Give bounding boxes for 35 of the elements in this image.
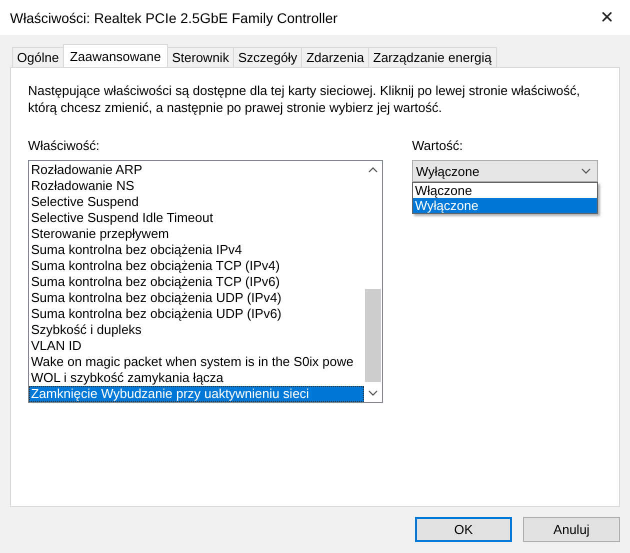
description-text: Następujące właściwości są dostępne dla tej karty sieciowej. Kliknij po lewej stronie właściwość, którą chcesz zmienić, a następnie po prawej stronie wybierz jej wartość. [28, 82, 582, 116]
property-item[interactable]: Zamknięcie Wybudzanie przy uaktywnieniu sieci [29, 386, 364, 402]
property-item[interactable]: Selective Suspend Idle Timeout [29, 210, 364, 226]
tab[interactable]: Zaawansowane [62, 44, 168, 67]
dropdown-option[interactable]: Wyłączone [413, 198, 597, 213]
property-list[interactable] [28, 160, 383, 403]
property-item[interactable]: Rozładowanie NS [29, 178, 364, 194]
property-label: Właściwość: [28, 138, 101, 153]
property-item[interactable]: Sterowanie przepływem [29, 226, 364, 242]
dialog-button[interactable]: Anuluj [523, 517, 620, 542]
tab[interactable]: Szczegóły [233, 47, 302, 67]
value-label: Wartość: [412, 138, 464, 153]
tab[interactable]: Ogólne [12, 47, 64, 67]
window-title: Właściwości: Realtek PCIe 2.5GbE Family Controller [10, 10, 338, 26]
property-item[interactable]: Suma kontrolna bez obciążenia UDP (IPv6) [29, 306, 364, 322]
property-item[interactable]: Selective Suspend [29, 194, 364, 210]
dialog-button[interactable]: OK [415, 517, 512, 542]
scroll-up-icon[interactable] [368, 167, 378, 173]
property-item[interactable]: Szybkość i dupleks [29, 322, 364, 338]
dropdown-option[interactable]: Włączone [413, 183, 597, 198]
property-item[interactable]: Suma kontrolna bez obciążenia IPv4 [29, 242, 364, 258]
scroll-down-icon[interactable] [368, 390, 378, 396]
close-button[interactable]: ✕ [584, 0, 630, 35]
property-item[interactable]: Suma kontrolna bez obciążenia UDP (IPv4) [29, 290, 364, 306]
property-item[interactable]: Rozładowanie ARP [29, 162, 364, 178]
scrollbar-thumb[interactable] [365, 289, 381, 382]
dropdown-value: Wyłączone [416, 164, 480, 178]
value-dropdown[interactable]: Wyłączone [412, 160, 598, 182]
property-item[interactable]: WOL i szybkość zamykania łącza [29, 370, 364, 386]
chevron-down-icon [581, 168, 591, 174]
property-item[interactable]: VLAN ID [29, 338, 364, 354]
property-item[interactable]: Suma kontrolna bez obciążenia TCP (IPv6) [29, 274, 364, 290]
property-item[interactable]: Wake on magic packet when system is in the S0ix powe [29, 354, 364, 370]
property-item[interactable]: Suma kontrolna bez obciążenia TCP (IPv4) [29, 258, 364, 274]
tab[interactable]: Zarządzanie energią [368, 47, 497, 67]
